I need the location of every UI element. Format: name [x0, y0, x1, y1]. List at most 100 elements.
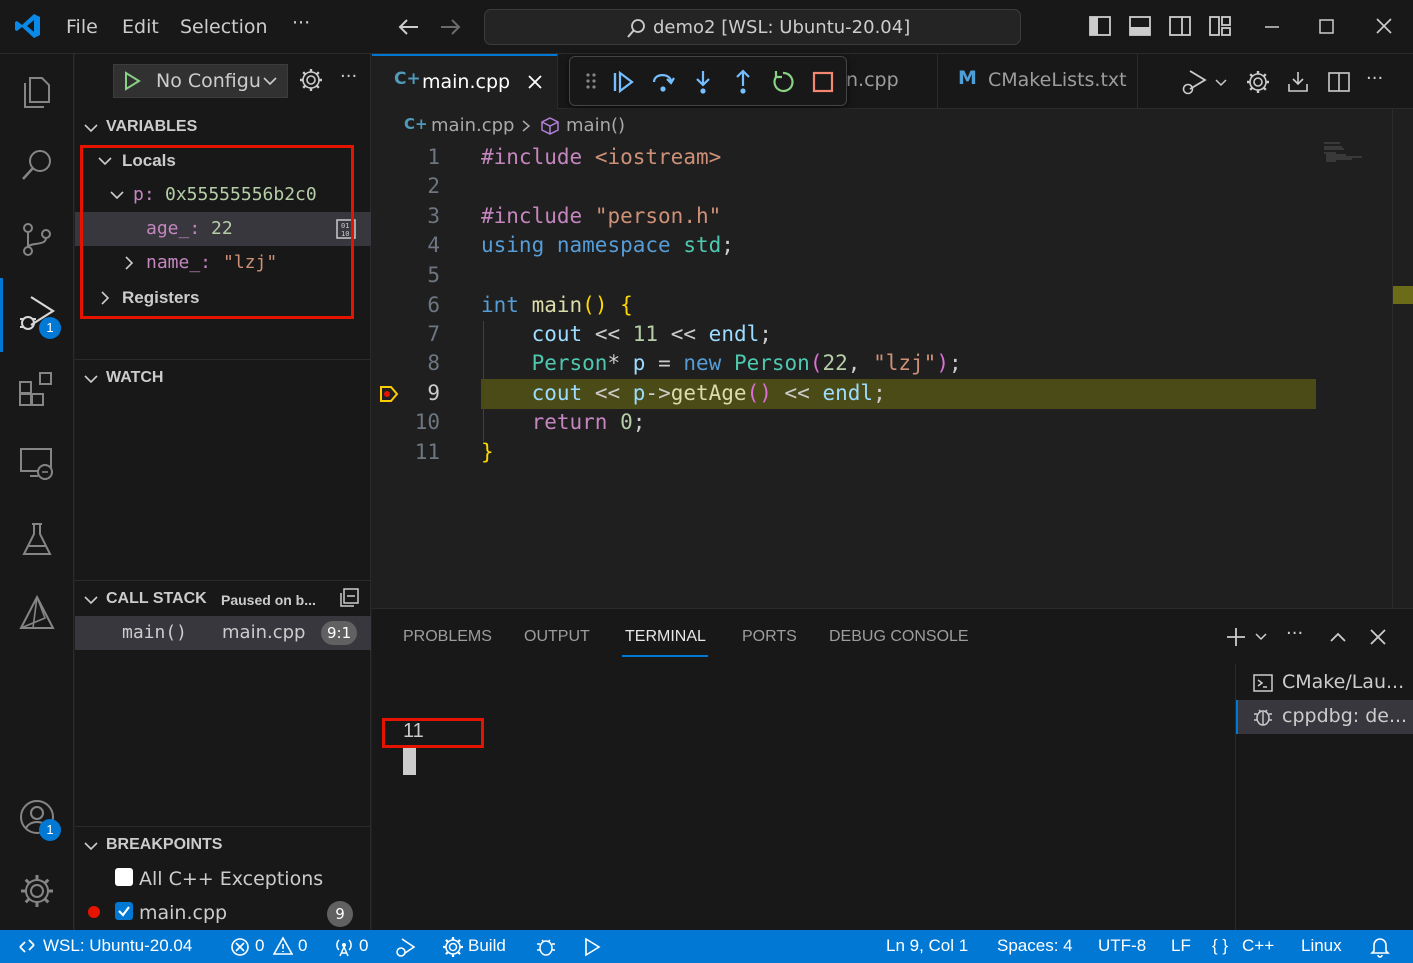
language-braces-icon[interactable]: { } — [1212, 936, 1228, 956]
cursor-position[interactable]: Ln 9, Col 1 — [886, 936, 968, 956]
back-arrow-icon[interactable] — [396, 14, 422, 40]
close-panel-icon[interactable] — [1368, 627, 1388, 647]
vscode-logo-icon — [14, 12, 42, 40]
terminal-list-item-cppdbg[interactable]: cppdbg: de... — [1236, 700, 1413, 734]
run-config-dropdown[interactable]: No Configu — [113, 64, 288, 98]
menu-edit[interactable]: Edit — [122, 16, 159, 38]
debug-bug-icon[interactable] — [535, 936, 557, 958]
step-over-icon[interactable] — [650, 69, 676, 95]
minimize-window-icon[interactable] — [1262, 14, 1282, 38]
token: ; — [759, 322, 772, 346]
toggle-primary-sidebar-icon[interactable] — [1088, 14, 1112, 38]
forward-arrow-icon[interactable] — [437, 14, 463, 40]
breadcrumb-symbol[interactable]: main() — [566, 115, 625, 136]
step-out-icon[interactable] — [730, 69, 756, 95]
restart-icon[interactable] — [770, 69, 796, 95]
breakpoints-section-header[interactable]: BREAKPOINTS — [75, 830, 371, 860]
manage-gear-icon[interactable] — [18, 872, 56, 910]
token: * — [607, 351, 621, 375]
maximize-panel-chevron-up-icon[interactable] — [1328, 627, 1348, 647]
collapse-all-icon[interactable] — [337, 586, 361, 610]
extensions-icon[interactable] — [18, 370, 56, 408]
continue-icon[interactable] — [610, 69, 636, 95]
warning-count[interactable]: 0 — [298, 936, 307, 956]
explorer-icon[interactable] — [18, 72, 56, 110]
breakpoint-all-cpp-exceptions[interactable]: All C++ Exceptions — [75, 862, 371, 896]
indentation[interactable]: Spaces: 4 — [997, 936, 1073, 956]
panel-tab-ports[interactable]: PORTS — [742, 628, 797, 646]
panel-tab-problems[interactable]: PROBLEMS — [403, 628, 492, 646]
build-button[interactable]: Build — [468, 936, 506, 956]
more-actions-icon[interactable]: ··· — [1366, 68, 1383, 89]
minimap[interactable] — [1322, 141, 1372, 165]
drag-handle-icon[interactable] — [584, 70, 598, 92]
platform[interactable]: Linux — [1301, 936, 1342, 956]
breadcrumb-file[interactable]: main.cpp — [431, 115, 514, 136]
end-of-line[interactable]: LF — [1171, 936, 1191, 956]
checkbox-checked[interactable] — [115, 902, 133, 920]
panel-tab-debug-console[interactable]: DEBUG CONSOLE — [829, 628, 969, 646]
start-debugging-icon[interactable] — [122, 71, 142, 91]
menu-file[interactable]: File — [66, 16, 98, 38]
settings-gear-icon[interactable] — [1246, 70, 1270, 94]
command-center[interactable]: demo2 [WSL: Ubuntu-20.04] — [484, 9, 1021, 45]
run-play-icon[interactable] — [582, 937, 602, 957]
remote-icon[interactable] — [18, 937, 36, 955]
breakpoint-main-cpp[interactable]: main.cpp 9 — [75, 896, 371, 930]
token: ; — [948, 351, 962, 375]
chevron-down-icon[interactable] — [1214, 76, 1228, 90]
build-download-icon[interactable] — [1286, 70, 1310, 94]
menu-selection[interactable]: Selection — [180, 16, 268, 38]
language-mode[interactable]: C++ — [1242, 936, 1274, 956]
terminal-cursor — [403, 748, 416, 775]
maximize-window-icon[interactable] — [1317, 16, 1337, 36]
checkbox-unchecked[interactable] — [115, 868, 133, 886]
callstack-section-header[interactable]: CALL STACK Paused on b... — [75, 584, 371, 614]
chevron-down-icon[interactable] — [1254, 630, 1268, 644]
token: "person.h" — [594, 204, 722, 228]
warning-triangle-icon[interactable] — [273, 936, 293, 956]
menu-more[interactable]: ··· — [292, 12, 310, 34]
panel-tab-output[interactable]: OUTPUT — [524, 628, 590, 646]
panel-tab-terminal[interactable]: TERMINAL — [625, 628, 706, 646]
new-terminal-plus-icon[interactable] — [1224, 625, 1248, 649]
more-actions-icon[interactable]: ··· — [340, 66, 357, 87]
split-editor-icon[interactable] — [1327, 70, 1351, 94]
watch-section-header[interactable]: WATCH — [75, 363, 371, 393]
toggle-panel-icon[interactable] — [1128, 14, 1152, 38]
source-control-icon[interactable] — [18, 220, 56, 258]
remote-status[interactable]: WSL: Ubuntu-20.04 — [43, 936, 192, 956]
terminal-area[interactable]: 11 — [382, 669, 1234, 931]
variables-section-header[interactable]: VARIABLES — [75, 112, 371, 142]
cmake-icon[interactable] — [18, 594, 56, 632]
tab-main-cpp[interactable]: C+ main.cpp — [372, 54, 558, 109]
debug-run-icon[interactable] — [1180, 68, 1208, 96]
error-circle-icon[interactable] — [230, 937, 250, 957]
tab-label: n.cpp — [846, 69, 899, 91]
scrollbar-track[interactable] — [1392, 109, 1393, 608]
stop-icon[interactable] — [810, 69, 836, 95]
remote-explorer-icon[interactable] — [18, 444, 56, 482]
ports-antenna-icon[interactable] — [333, 936, 355, 958]
more-actions-icon[interactable]: ··· — [1286, 623, 1303, 644]
ports-count[interactable]: 0 — [359, 936, 368, 956]
build-gear-icon[interactable] — [442, 936, 464, 958]
notifications-bell-icon[interactable] — [1370, 936, 1390, 958]
tab-cmakelists[interactable]: M CMakeLists.txt — [938, 54, 1138, 109]
step-into-icon[interactable] — [690, 69, 716, 95]
debug-launch-icon[interactable] — [394, 936, 416, 958]
error-count[interactable]: 0 — [255, 936, 264, 956]
encoding[interactable]: UTF-8 — [1098, 936, 1146, 956]
code-editor[interactable]: C+ main.cpp main() 1 #include <iostream>… — [372, 109, 1413, 608]
customize-layout-icon[interactable] — [1208, 14, 1232, 38]
terminal-list-item-cmake[interactable]: CMake/Lau... — [1236, 666, 1413, 700]
line-number: 8 — [427, 351, 440, 375]
search-icon[interactable] — [18, 146, 56, 184]
close-window-icon[interactable] — [1374, 16, 1394, 36]
close-tab-icon[interactable] — [526, 73, 544, 91]
token: 0 — [620, 410, 633, 434]
testing-icon[interactable] — [18, 520, 56, 558]
toggle-secondary-sidebar-icon[interactable] — [1168, 14, 1192, 38]
callstack-frame[interactable]: main() main.cpp 9:1 — [75, 616, 371, 650]
open-launch-json-gear-icon[interactable] — [299, 68, 323, 92]
